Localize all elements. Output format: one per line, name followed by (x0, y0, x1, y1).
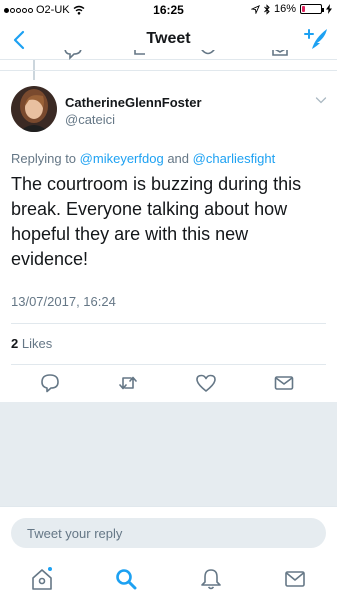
replying-and: and (167, 151, 190, 166)
likes-label: Likes (21, 336, 53, 351)
divider (0, 70, 337, 71)
profile-photo (11, 86, 57, 132)
tweet-text: The courtroom is buzzing during this bre… (11, 174, 302, 269)
reply-icon[interactable] (62, 50, 84, 60)
previous-tweet-actions (0, 50, 337, 68)
likes-number: 2 (11, 336, 19, 351)
timestamp: 13/07/2017, 16:24 (11, 294, 116, 309)
tab-notifications[interactable] (198, 566, 224, 592)
reply-icon[interactable] (39, 372, 61, 394)
battery-icon (300, 4, 324, 14)
status-bar: O2-UK 16:25 16% (0, 0, 337, 20)
tab-search[interactable] (113, 566, 139, 592)
mention-link[interactable]: @mikeyerfdog (80, 151, 164, 166)
bluetooth-icon (264, 3, 270, 15)
reply-composer (0, 506, 337, 561)
compose-tweet-icon[interactable] (303, 26, 329, 52)
empty-replies-area (0, 402, 337, 506)
replying-prefix: Replying to (11, 151, 77, 166)
notification-dot (47, 566, 53, 572)
reply-input[interactable] (11, 518, 326, 548)
heart-icon[interactable] (198, 50, 218, 60)
system-status: 16% (250, 3, 332, 15)
divider (11, 364, 326, 365)
charging-icon (326, 4, 332, 14)
chevron-down-icon[interactable] (315, 94, 327, 106)
search-icon (116, 569, 137, 590)
mention-link[interactable]: @charliesfight (193, 151, 276, 166)
likes-count[interactable]: 2 Likes (11, 336, 52, 351)
envelope-icon (285, 571, 305, 587)
tab-bar (0, 561, 337, 600)
tweet-action-bar (0, 370, 337, 398)
retweet-icon[interactable] (130, 50, 150, 60)
divider (11, 323, 326, 324)
battery-percent: 16% (273, 3, 296, 15)
bell-icon (201, 569, 221, 590)
location-icon (250, 4, 260, 14)
author-display-name[interactable]: CatherineGlennFoster (65, 95, 202, 110)
avatar[interactable] (11, 86, 57, 132)
replying-to: Replying to @mikeyerfdog and @charliesfi… (11, 151, 275, 166)
tab-messages[interactable] (282, 566, 308, 592)
retweet-icon[interactable] (117, 372, 139, 394)
page-title: Tweet (146, 30, 191, 47)
heart-icon[interactable] (195, 372, 217, 394)
author-handle[interactable]: @cateici (65, 112, 115, 127)
envelope-icon[interactable] (272, 50, 288, 60)
tab-home[interactable] (29, 566, 55, 592)
envelope-icon[interactable] (273, 372, 295, 394)
